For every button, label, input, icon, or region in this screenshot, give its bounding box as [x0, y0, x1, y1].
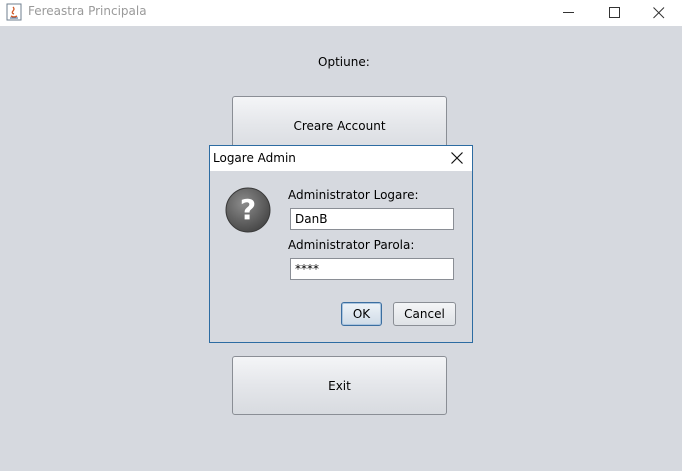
maximize-button[interactable] — [592, 0, 638, 26]
ok-button[interactable]: OK — [341, 302, 382, 326]
dialog-close-icon[interactable] — [450, 151, 464, 165]
option-label: Optiune: — [318, 55, 370, 69]
question-icon: ? — [224, 186, 272, 234]
window-title: Fereastra Principala — [28, 4, 147, 18]
java-app-icon — [6, 3, 22, 21]
cancel-button[interactable]: Cancel — [393, 302, 456, 326]
admin-password-label: Administrator Parola: — [288, 238, 415, 252]
admin-login-label: Administrator Logare: — [288, 188, 419, 202]
dialog-title: Logare Admin — [213, 151, 296, 165]
exit-button[interactable]: Exit — [232, 356, 447, 415]
window-titlebar: Fereastra Principala — [0, 0, 682, 26]
dialog-titlebar: Logare Admin — [210, 146, 472, 171]
admin-password-field[interactable]: **** — [290, 258, 454, 280]
close-button[interactable] — [636, 0, 682, 26]
minimize-button[interactable] — [546, 0, 592, 26]
admin-login-field[interactable]: DanB — [290, 208, 454, 230]
svg-text:?: ? — [240, 193, 256, 226]
login-dialog: Logare Admin ? Administrator Logare: Dan… — [209, 145, 473, 343]
